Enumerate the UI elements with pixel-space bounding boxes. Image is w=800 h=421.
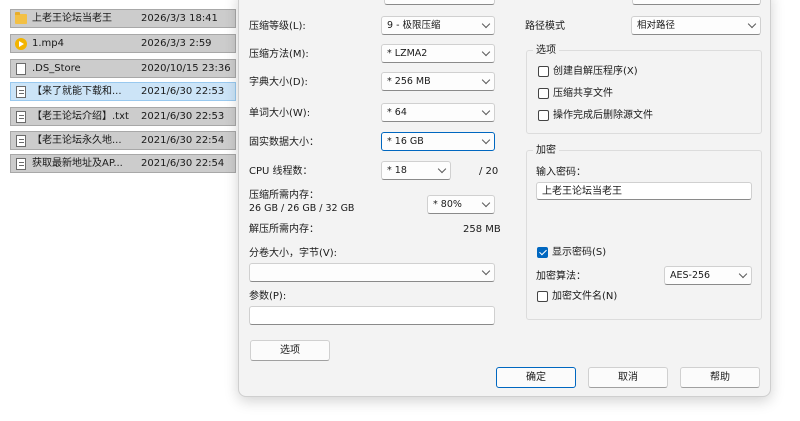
encrypt-filenames-checkbox[interactable] bbox=[537, 291, 548, 302]
compression-method-dropdown[interactable]: * LZMA2 bbox=[381, 44, 495, 63]
path-mode-value: 相对路径 bbox=[637, 20, 676, 31]
encrypt-filenames-label: 加密文件名(N) bbox=[552, 291, 618, 302]
compression-method-label: 压缩方法(M): bbox=[249, 49, 309, 60]
update-mode-dropdown[interactable] bbox=[632, 0, 761, 5]
file-name: 【老王论坛永久地... bbox=[32, 135, 122, 146]
text-file-icon bbox=[16, 86, 26, 98]
decompression-memory-label: 解压所需内存： bbox=[249, 224, 319, 235]
file-row-ds-store[interactable]: .DS_Store 2020/10/15 23:36 bbox=[10, 59, 236, 78]
split-volume-label: 分卷大小，字节(V): bbox=[249, 248, 338, 259]
text-file-icon bbox=[16, 135, 26, 147]
file-row-selected[interactable]: 【来了就能下载和... 2021/6/30 22:53 bbox=[10, 82, 236, 101]
file-row-txt[interactable]: 【老王论坛永久地... 2021/6/30 22:54 bbox=[10, 131, 236, 150]
solid-block-size-value: * 16 GB bbox=[387, 136, 424, 147]
chevron-down-icon bbox=[482, 108, 489, 115]
file-icon bbox=[16, 63, 26, 75]
chevron-down-icon bbox=[482, 77, 489, 84]
text-file-icon bbox=[16, 158, 26, 170]
shared-files-label: 压缩共享文件 bbox=[553, 88, 613, 99]
encryption-group-title: 加密 bbox=[533, 144, 559, 157]
file-name: .DS_Store bbox=[32, 63, 81, 74]
cpu-threads-value: * 18 bbox=[387, 165, 407, 176]
compression-method-value: * LZMA2 bbox=[387, 48, 428, 59]
text-file-icon bbox=[16, 111, 26, 123]
file-date: 2021/6/30 22:53 bbox=[141, 86, 225, 97]
show-password-checkbox[interactable] bbox=[537, 247, 548, 258]
file-name: 【来了就能下载和... bbox=[32, 86, 122, 97]
chevron-down-icon bbox=[482, 200, 489, 207]
encryption-method-label: 加密算法： bbox=[536, 271, 586, 282]
encryption-group: 加密 输入密码： 上老王论坛当老王 显示密码(S) 加密算法： AES-256 … bbox=[526, 144, 762, 320]
help-button[interactable]: 帮助 bbox=[680, 367, 760, 388]
file-name: 【老王论坛介绍】.txt bbox=[32, 111, 129, 122]
chevron-down-icon bbox=[438, 166, 445, 173]
solid-block-size-label: 固实数据大小： bbox=[249, 137, 319, 148]
parameters-label: 参数(P): bbox=[249, 291, 287, 302]
file-row-mp4[interactable]: 1.mp4 2026/3/3 2:59 bbox=[10, 34, 236, 53]
chevron-down-icon bbox=[482, 268, 489, 275]
options-button[interactable]: 选项 bbox=[250, 340, 330, 361]
password-value: 上老王论坛当老王 bbox=[542, 186, 622, 197]
memory-percent-dropdown[interactable]: * 80% bbox=[427, 195, 495, 214]
password-label: 输入密码： bbox=[536, 167, 586, 178]
file-date: 2020/10/15 23:36 bbox=[141, 63, 231, 74]
video-file-icon bbox=[15, 38, 27, 50]
delete-after-checkbox[interactable] bbox=[538, 110, 549, 121]
compression-level-dropdown[interactable]: 9 - 极限压缩 bbox=[381, 16, 495, 35]
chevron-down-icon bbox=[748, 21, 755, 28]
path-mode-dropdown[interactable]: 相对路径 bbox=[631, 16, 761, 35]
parameters-input[interactable] bbox=[249, 306, 495, 325]
memory-percent-value: * 80% bbox=[433, 199, 462, 210]
word-size-value: * 64 bbox=[387, 107, 407, 118]
folder-icon bbox=[15, 12, 27, 24]
file-row-folder[interactable]: 上老王论坛当老王 2026/3/3 18:41 bbox=[10, 9, 236, 28]
dictionary-size-dropdown[interactable]: * 256 MB bbox=[381, 72, 495, 91]
file-name: 获取最新地址及AP... bbox=[32, 158, 123, 169]
file-name: 1.mp4 bbox=[32, 38, 64, 49]
password-input[interactable]: 上老王论坛当老王 bbox=[536, 182, 752, 200]
sfx-checkbox[interactable] bbox=[538, 66, 549, 77]
show-password-label: 显示密码(S) bbox=[552, 247, 607, 258]
word-size-label: 单词大小(W): bbox=[249, 108, 311, 119]
cancel-button[interactable]: 取消 bbox=[588, 367, 668, 388]
split-volume-combobox[interactable] bbox=[249, 263, 495, 282]
sfx-label: 创建自解压程序(X) bbox=[553, 66, 638, 77]
cpu-threads-max: / 20 bbox=[479, 166, 499, 177]
file-list: 上老王论坛当老王 2026/3/3 18:41 1.mp4 2026/3/3 2… bbox=[0, 0, 238, 421]
file-date: 2021/6/30 22:53 bbox=[141, 111, 225, 122]
add-to-archive-dialog: 压缩等级(L): 9 - 极限压缩 压缩方法(M): * LZMA2 字典大小(… bbox=[238, 0, 771, 397]
file-row-txt[interactable]: 【老王论坛介绍】.txt 2021/6/30 22:53 bbox=[10, 107, 236, 126]
chevron-down-icon bbox=[739, 271, 746, 278]
chevron-down-icon bbox=[482, 21, 489, 28]
decompression-memory-value: 258 MB bbox=[463, 224, 501, 235]
archive-format-dropdown[interactable] bbox=[384, 0, 495, 5]
ok-button[interactable]: 确定 bbox=[496, 367, 576, 388]
shared-files-checkbox[interactable] bbox=[538, 88, 549, 99]
file-date: 2026/3/3 2:59 bbox=[141, 38, 212, 49]
compression-level-value: 9 - 极限压缩 bbox=[387, 20, 441, 31]
file-date: 2021/6/30 22:54 bbox=[141, 158, 225, 169]
word-size-dropdown[interactable]: * 64 bbox=[381, 103, 495, 122]
chevron-down-icon bbox=[482, 137, 489, 144]
encryption-method-dropdown[interactable]: AES-256 bbox=[664, 266, 752, 285]
dictionary-size-label: 字典大小(D): bbox=[249, 77, 308, 88]
cpu-threads-dropdown[interactable]: * 18 bbox=[381, 161, 451, 180]
options-group-title: 选项 bbox=[533, 44, 559, 57]
file-name: 上老王论坛当老王 bbox=[32, 13, 112, 24]
encryption-method-value: AES-256 bbox=[670, 270, 711, 281]
solid-block-size-dropdown[interactable]: * 16 GB bbox=[381, 132, 495, 151]
file-date: 2021/6/30 22:54 bbox=[141, 135, 225, 146]
dictionary-size-value: * 256 MB bbox=[387, 76, 431, 87]
cpu-threads-label: CPU 线程数： bbox=[249, 166, 313, 177]
delete-after-label: 操作完成后删除源文件 bbox=[553, 110, 653, 121]
memory-usage-label: 压缩所需内存： bbox=[249, 190, 319, 201]
path-mode-label: 路径模式 bbox=[525, 21, 565, 32]
memory-usage-detail: 26 GB / 26 GB / 32 GB bbox=[249, 203, 355, 214]
options-group: 选项 创建自解压程序(X) 压缩共享文件 操作完成后删除源文件 bbox=[526, 44, 762, 134]
compression-level-label: 压缩等级(L): bbox=[249, 21, 306, 32]
file-row-txt[interactable]: 获取最新地址及AP... 2021/6/30 22:54 bbox=[10, 154, 236, 173]
file-date: 2026/3/3 18:41 bbox=[141, 13, 218, 24]
chevron-down-icon bbox=[482, 49, 489, 56]
